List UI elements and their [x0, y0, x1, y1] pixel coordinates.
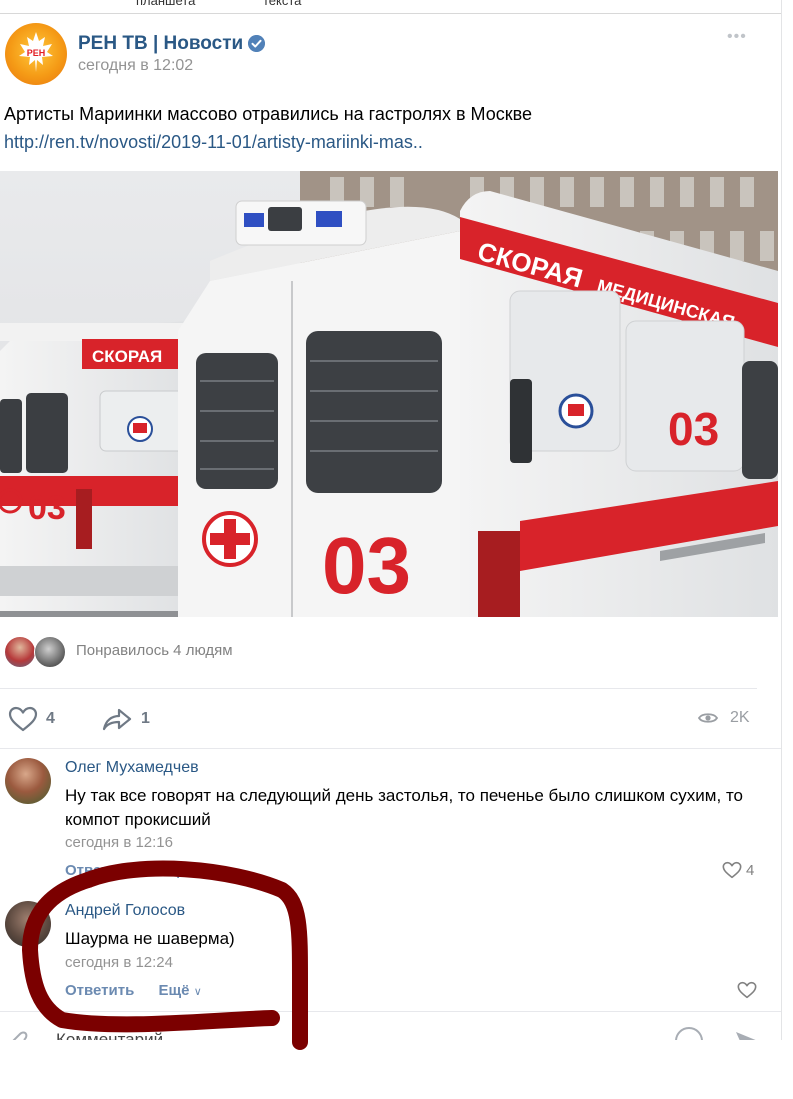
group-avatar[interactable]: РЕН: [5, 23, 67, 85]
heart-icon: [8, 706, 38, 732]
share-count: 1: [141, 710, 150, 727]
group-avatar-text: РЕН: [26, 48, 46, 58]
like-button[interactable]: 4: [8, 705, 55, 733]
more-label: Ещё: [158, 982, 190, 999]
comment-like-button[interactable]: [737, 981, 757, 999]
heart-icon: [722, 861, 742, 879]
liked-by-text[interactable]: Понравилось 4 людям: [76, 642, 233, 659]
heart-icon: [737, 981, 757, 999]
right-divider: [781, 0, 782, 1040]
comment-time[interactable]: сегодня в 12:24: [65, 954, 173, 971]
photo-number-side: 03: [668, 403, 719, 455]
comment-like-button[interactable]: 4: [722, 861, 754, 879]
share-icon: [102, 708, 132, 731]
divider: [0, 688, 757, 689]
post-photo[interactable]: СКОРАЯ 03 СКОРАЯ МЕДИЦИНСКАЯ 03 03: [0, 171, 778, 617]
verified-icon: [248, 35, 265, 52]
attach-icon[interactable]: [6, 1028, 30, 1040]
share-button[interactable]: 1: [101, 705, 150, 733]
more-options-icon[interactable]: •••: [727, 28, 747, 46]
liker-avatar[interactable]: [4, 636, 36, 668]
post-text: Артисты Мариинки массово отравились на г…: [4, 104, 532, 124]
comment-time[interactable]: сегодня в 12:16: [65, 834, 173, 851]
comment-avatar[interactable]: [5, 901, 51, 947]
liker-avatar[interactable]: [34, 636, 66, 668]
comment-author[interactable]: Андрей Голосов: [65, 902, 185, 920]
like-count: 4: [46, 710, 55, 727]
ambulance-photo: СКОРАЯ 03 СКОРАЯ МЕДИЦИНСКАЯ 03 03: [0, 171, 778, 617]
chevron-down-icon: ∨: [193, 986, 202, 998]
send-icon[interactable]: [734, 1028, 760, 1040]
comment-avatar[interactable]: [5, 758, 51, 804]
group-name-link[interactable]: РЕН ТВ | Новости: [78, 33, 243, 55]
post-time[interactable]: сегодня в 12:02: [78, 57, 193, 75]
comment-text: Ну так все говорят на следующий день зас…: [65, 786, 743, 829]
photo-number-small: 03: [28, 489, 66, 527]
emoji-icon[interactable]: [674, 1026, 704, 1040]
reply-label: Ответить: [65, 982, 135, 999]
comment-input[interactable]: [54, 1028, 558, 1040]
eye-icon: [698, 713, 718, 723]
comment-input-bar: [0, 1012, 781, 1040]
comment-reply-button[interactable]: Ответить Ещё ∨: [65, 982, 202, 999]
reply-label: Ответить: [65, 862, 135, 879]
comment-author[interactable]: Олег Мухамедчев: [65, 759, 199, 777]
comment-text: Шаурма не шаверма): [65, 929, 235, 948]
comment-reply-button[interactable]: Ответить Ещё: [65, 862, 188, 879]
top-strip-label-right: текста: [263, 0, 302, 8]
photo-sign-small: СКОРАЯ: [92, 347, 162, 366]
views-count: 2K: [730, 709, 750, 726]
top-strip-label-left: планшета: [136, 0, 196, 8]
divider: [0, 748, 781, 749]
post-link[interactable]: http://ren.tv/novosti/2019-11-01/artisty…: [4, 132, 423, 153]
more-label: Ещё: [156, 862, 188, 879]
top-strip: планшета текста: [0, 0, 781, 14]
photo-number-big: 03: [322, 521, 411, 610]
views-counter: 2K: [698, 709, 750, 727]
likers-avatars[interactable]: [4, 636, 66, 668]
comment-like-count: 4: [746, 861, 755, 879]
